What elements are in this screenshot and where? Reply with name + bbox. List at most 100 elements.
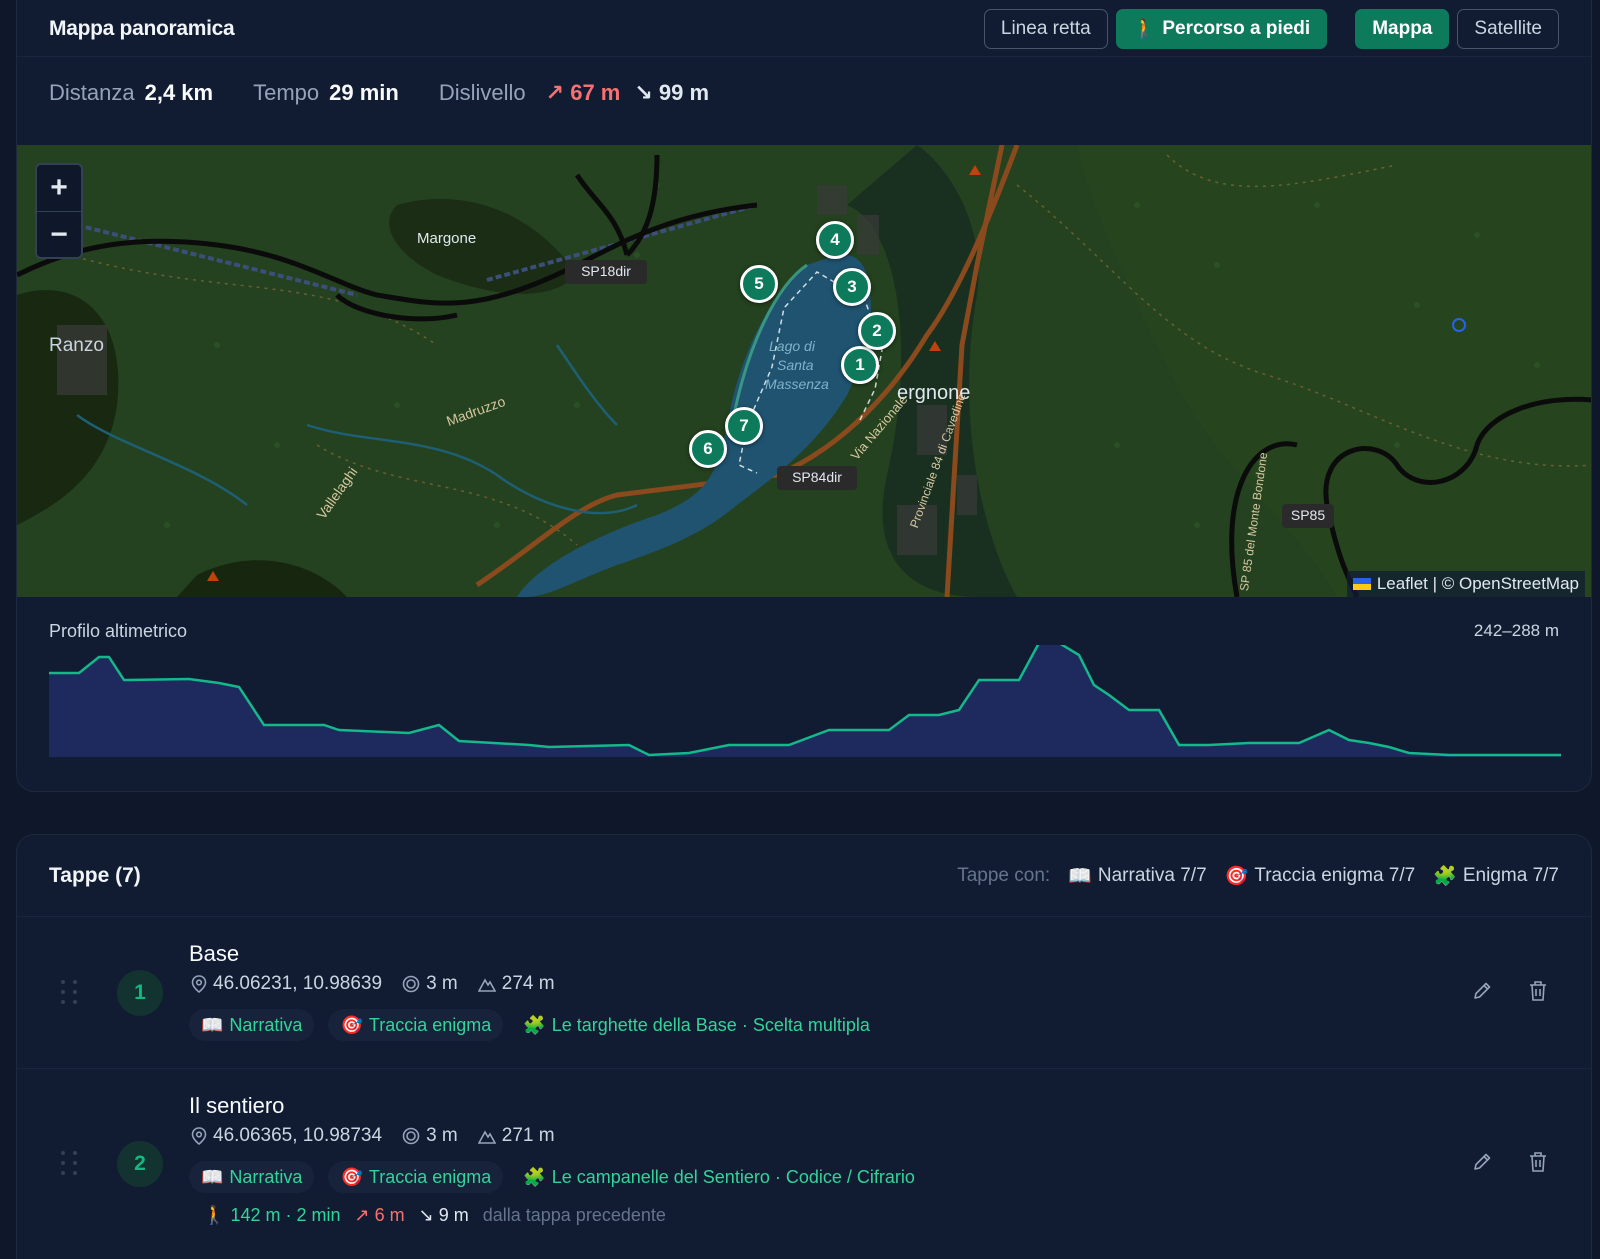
stop-row[interactable]: 2 Il sentiero 46.06365, 10.98734 3 m 271…: [17, 1069, 1591, 1259]
stop-meta: 46.06365, 10.98734 3 m 271 m: [191, 1125, 555, 1147]
leg-ascent: ↗ 6 m: [354, 1205, 404, 1226]
leg-ascent-text: 6 m: [374, 1205, 405, 1225]
overview-header: Mappa panoramica Linea retta 🚶 Percorso …: [17, 1, 1591, 57]
stop-radius: 3 m: [426, 973, 458, 994]
tag-narrative-label: Narrativa: [229, 1166, 303, 1187]
coords-meta: 46.06231, 10.98639: [191, 973, 382, 995]
stop-altitude: 274 m: [501, 973, 555, 994]
tag-puzzle[interactable]: 🧩 Le campanelle del Sentiero · Codice / C…: [517, 1161, 921, 1193]
route-marker-6[interactable]: 6: [689, 430, 727, 468]
delete-button[interactable]: [1525, 978, 1551, 1004]
leg-note: dalla tappa precedente: [482, 1205, 666, 1225]
route-marker-7[interactable]: 7: [725, 407, 763, 445]
stops-summary: Tappe con: 📖 Narrativa 7/7 🎯 Traccia eni…: [957, 864, 1559, 888]
delete-button[interactable]: [1525, 1149, 1551, 1175]
tag-trace: 🎯 Traccia enigma: [328, 1009, 504, 1041]
elevation-profile-chart: [49, 645, 1561, 757]
stop-radius: 3 m: [426, 1125, 458, 1146]
satellite-view-button[interactable]: Satellite: [1457, 8, 1559, 49]
route-marker-4[interactable]: 4: [816, 221, 854, 259]
map-attribution: Leaflet | © OpenStreetMap: [1346, 571, 1585, 597]
map-view-button[interactable]: Mappa: [1355, 8, 1450, 49]
elevation-profile-range: 242–288 m: [1473, 621, 1559, 640]
stop-meta: 46.06231, 10.98639 3 m 274 m: [191, 973, 555, 995]
descent-text: 99 m: [658, 80, 710, 105]
tag-narrative: 📖 Narrativa: [189, 1009, 315, 1041]
tag-narrative-label: Narrativa: [229, 1014, 303, 1035]
target-icon: 🎯: [340, 1166, 363, 1187]
zoom-out-button[interactable]: −: [37, 211, 81, 257]
overview-title: Mappa panoramica: [49, 16, 235, 40]
stop-name: Il sentiero: [189, 1093, 285, 1118]
leg-info: 🚶 142 m · 2 min ↗ 6 m ↘ 9 m dalla tappa …: [203, 1205, 666, 1226]
road-label-sp18dir: SP18dir: [581, 263, 631, 279]
stop-altitude: 271 m: [501, 1125, 555, 1146]
leg-descent: ↘ 9 m: [419, 1205, 469, 1226]
tag-puzzle-label: Le campanelle del Sentiero · Codice / Ci…: [551, 1166, 915, 1187]
map-label-lago-2: Santa: [777, 357, 814, 373]
route-marker-3[interactable]: 3: [833, 268, 871, 306]
pencil-icon: [1474, 982, 1491, 999]
route-map[interactable]: Margone Ranzo Madruzzo Vallelaghi ergnon…: [17, 145, 1591, 597]
route-marker-5[interactable]: 5: [740, 265, 778, 303]
arrow-up-right-icon: ↗: [545, 80, 565, 105]
ukraine-flag-icon: [1352, 578, 1371, 590]
route-marker-1[interactable]: 1: [841, 346, 879, 384]
stop-number-badge: 2: [117, 1141, 163, 1187]
walking-route-button[interactable]: 🚶 Percorso a piedi: [1115, 8, 1328, 49]
straight-line-button[interactable]: Linea retta: [983, 8, 1108, 49]
walking-route-label: Percorso a piedi: [1162, 17, 1311, 39]
distance-label: Distanza: [49, 80, 135, 105]
puzzle-icon: 🧩: [523, 1014, 546, 1035]
edit-button[interactable]: [1469, 978, 1495, 1004]
stops-card: Tappe (7) Tappe con: 📖 Narrativa 7/7 🎯 T…: [16, 834, 1592, 1259]
tag-puzzle[interactable]: 🧩 Le targhette della Base · Scelta multip…: [517, 1009, 876, 1041]
edit-button[interactable]: [1469, 1149, 1495, 1175]
distance-value: 2,4 km: [144, 80, 214, 105]
map-label-lago-3: Massenza: [765, 376, 829, 392]
map-label-ranzo: Ranzo: [49, 335, 104, 356]
leg-descent-text: 9 m: [438, 1205, 469, 1225]
zoom-in-button[interactable]: +: [37, 165, 81, 211]
attribution-text[interactable]: Leaflet | © OpenStreetMap: [1377, 574, 1579, 594]
leg-walk-text: 142 m · 2 min: [230, 1205, 341, 1225]
elevation-stat: Dislivello ↗ 67 m ↘ 99 m: [439, 80, 709, 106]
stop-row[interactable]: 1 Base 46.06231, 10.98639 3 m 274 m 📖 Nar…: [17, 917, 1591, 1069]
arrow-up-right-icon: ↗: [354, 1205, 370, 1225]
row-actions: [1469, 978, 1551, 1004]
stop-tags: 📖 Narrativa 🎯 Traccia enigma 🧩 Le campanell…: [189, 1161, 921, 1193]
tag-narrative: 📖 Narrativa: [189, 1161, 315, 1193]
ascent-text: 67 m: [570, 80, 621, 105]
book-icon: 📖: [201, 1166, 224, 1187]
mountain-icon: [477, 978, 496, 992]
stop-number-badge: 1: [117, 970, 163, 1016]
time-label: Tempo: [253, 80, 320, 105]
tag-puzzle-label: Le targhette della Base · Scelta multipl…: [551, 1014, 870, 1035]
tag-trace-label: Traccia enigma: [368, 1166, 492, 1187]
trash-icon: [1530, 981, 1546, 1001]
stop-coords: 46.06365, 10.98734: [213, 1125, 383, 1146]
tag-trace: 🎯 Traccia enigma: [328, 1161, 504, 1193]
pencil-icon: [1474, 1153, 1491, 1170]
view-toggle-group: Linea retta 🚶 Percorso a piedi Mappa Sat…: [983, 8, 1559, 49]
stop-coords: 46.06231, 10.98639: [213, 973, 383, 994]
trash-icon: [1530, 1152, 1546, 1172]
road-label-sp85: SP85: [1290, 507, 1326, 523]
drag-handle-icon[interactable]: [61, 1151, 79, 1177]
summary-puzzle-text: Enigma 7/7: [1462, 864, 1559, 886]
descent-value: ↘ 99 m: [634, 80, 709, 106]
route-marker-2[interactable]: 2: [858, 312, 896, 350]
time-value: 29 min: [329, 80, 399, 105]
drag-handle-icon[interactable]: [61, 980, 79, 1006]
location-pin-icon: [191, 975, 207, 993]
map-label-lago-1: Lago di: [769, 338, 815, 354]
ascent-value: ↗ 67 m: [546, 80, 621, 106]
summary-narrative-text: Narrativa 7/7: [1097, 864, 1207, 886]
radius-icon: [402, 1127, 420, 1145]
summary-puzzle: 🧩 Enigma 7/7: [1433, 864, 1559, 888]
puzzle-icon: 🧩: [523, 1166, 546, 1187]
map-label-margone: Margone: [417, 230, 477, 247]
altitude-meta: 271 m: [477, 1125, 555, 1147]
arrow-down-right-icon: ↘: [634, 80, 653, 105]
target-icon: 🎯: [340, 1014, 363, 1035]
